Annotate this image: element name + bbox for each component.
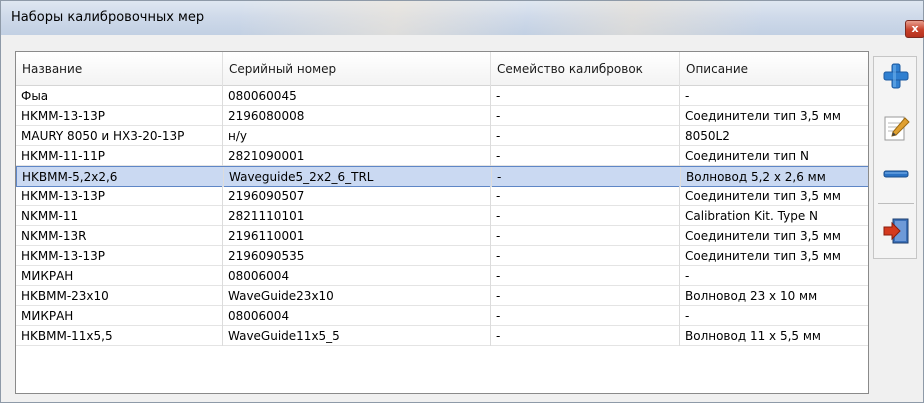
cell-name: HKMM-13-13P <box>16 186 223 206</box>
calibration-kits-window: Наборы калибровочных мер x Название Сери… <box>0 0 924 403</box>
cell-serial: 080060045 <box>223 86 491 106</box>
table-row[interactable]: HKMM-13-13P 2196080008- Соединители тип 3,… <box>16 106 868 126</box>
cell-serial: WaveGuide23x10 <box>223 286 491 306</box>
cell-serial: 2196080008 <box>223 106 491 126</box>
cell-family: - <box>491 226 680 246</box>
table-header: Название Серийный номер Семейство калибр… <box>16 52 868 86</box>
table-row[interactable]: NKMM-11 2821110101- Calibration Kit. Type … <box>16 206 868 226</box>
cell-family: - <box>491 146 680 166</box>
cell-serial: н/у <box>223 126 491 146</box>
cell-name: Фыа <box>16 86 223 106</box>
table-row[interactable]: МИКРАН 08006004- - <box>16 306 868 326</box>
table-row[interactable]: HKBMM-11x5,5 WaveGuide11x5_5- Волновод 11 … <box>16 326 868 346</box>
add-button[interactable] <box>881 61 911 91</box>
cell-family: - <box>491 246 680 266</box>
title-bar[interactable]: Наборы калибровочных мер x <box>1 1 924 38</box>
cell-description: Calibration Kit. Type N <box>685 209 818 223</box>
table-row[interactable]: HKMM-13-13P 2196090507- Соединители тип 3,… <box>16 186 868 206</box>
cell-name: HKMM-11-11P <box>16 146 223 166</box>
column-header-name[interactable]: Название <box>16 52 223 86</box>
column-header-description[interactable]: Описание <box>680 52 868 86</box>
cell-serial: 08006004 <box>223 306 491 326</box>
table-row[interactable]: HKMM-11-11P 2821090001- Соединители тип N <box>16 146 868 166</box>
cell-description: - <box>685 269 690 283</box>
cell-serial: 2196090535 <box>223 246 491 266</box>
title-bar-glass <box>241 1 761 35</box>
cell-serial: Waveguide5_2x2_6_TRL <box>224 167 492 187</box>
cell-description: - <box>685 309 690 323</box>
cell-name: HKMM-13-13P <box>16 106 223 126</box>
cell-description: Соединители тип 3,5 мм <box>685 109 841 123</box>
remove-icon <box>883 170 909 178</box>
cell-description: Соединители тип 3,5 мм <box>685 249 841 263</box>
cell-serial: WaveGuide11x5_5 <box>223 326 491 346</box>
cell-family: - <box>491 186 680 206</box>
side-toolbar <box>873 56 917 259</box>
cell-family: - <box>491 306 680 326</box>
cell-name: MAURY 8050 и HX3-20-13P <box>16 126 223 146</box>
cell-serial: 08006004 <box>223 266 491 286</box>
cell-serial: 2196110001 <box>223 226 491 246</box>
table-row[interactable]: HKMM-13-13P 2196090535- Соединители тип 3,… <box>16 246 868 266</box>
cell-description: Волновод 5,2 x 2,6 мм <box>686 170 826 184</box>
calibration-kits-table: Название Серийный номер Семейство калибр… <box>15 51 869 394</box>
cell-family: - <box>491 206 680 226</box>
cell-name: HKBMM-23x10 <box>16 286 223 306</box>
exit-button[interactable] <box>881 216 911 246</box>
cell-name: NKMM-11 <box>16 206 223 226</box>
table-row[interactable]: HKBMM-5,2x2,6 Waveguide5_2x2_6_TRL - Волнов… <box>16 166 868 187</box>
add-icon <box>883 63 909 89</box>
cell-family: - <box>492 167 681 187</box>
edit-button[interactable] <box>881 113 911 143</box>
cell-name: NKMM-13R <box>16 226 223 246</box>
cell-name: МИКРАН <box>16 306 223 326</box>
column-header-serial[interactable]: Серийный номер <box>223 52 491 86</box>
cell-description: Соединители тип N <box>685 149 809 163</box>
remove-button[interactable] <box>881 159 911 189</box>
cell-serial: 2821110101 <box>223 206 491 226</box>
cell-family: - <box>491 286 680 306</box>
cell-family: - <box>491 266 680 286</box>
table-row[interactable]: MAURY 8050 и HX3-20-13P н/у -8050L2 <box>16 126 868 146</box>
cell-serial: 2821090001 <box>223 146 491 166</box>
edit-icon <box>884 116 910 141</box>
toolbar-separator <box>878 203 914 204</box>
cell-name: HKBMM-11x5,5 <box>16 326 223 346</box>
table-row[interactable]: Фыа 080060045- - <box>16 86 868 106</box>
cell-family: - <box>491 326 680 346</box>
table-row[interactable]: МИКРАН 08006004- - <box>16 266 868 286</box>
cell-description: - <box>685 89 690 103</box>
close-button[interactable]: x <box>905 20 924 38</box>
cell-family: - <box>491 106 680 126</box>
table-row[interactable]: NKMM-13R 2196110001- Соединители тип 3,5 м… <box>16 226 868 246</box>
table-row[interactable]: HKBMM-23x10 WaveGuide23x10- Волновод 23 x … <box>16 286 868 306</box>
cell-serial: 2196090507 <box>223 186 491 206</box>
window-title: Наборы калибровочных мер <box>11 10 205 25</box>
cell-family: - <box>491 86 680 106</box>
cell-name: HKMM-13-13P <box>16 246 223 266</box>
cell-description: Соединители тип 3,5 мм <box>685 229 841 243</box>
cell-description: Волновод 23 x 10 мм <box>685 289 818 303</box>
cell-description: 8050L2 <box>685 129 730 143</box>
cell-family: - <box>491 126 680 146</box>
cell-description: Соединители тип 3,5 мм <box>685 189 841 203</box>
cell-description: Волновод 11 x 5,5 мм <box>685 329 821 343</box>
exit-icon <box>883 218 909 244</box>
cell-name: МИКРАН <box>16 266 223 286</box>
column-header-family[interactable]: Семейство калибровок <box>491 52 680 86</box>
cell-name: HKBMM-5,2x2,6 <box>17 167 224 187</box>
